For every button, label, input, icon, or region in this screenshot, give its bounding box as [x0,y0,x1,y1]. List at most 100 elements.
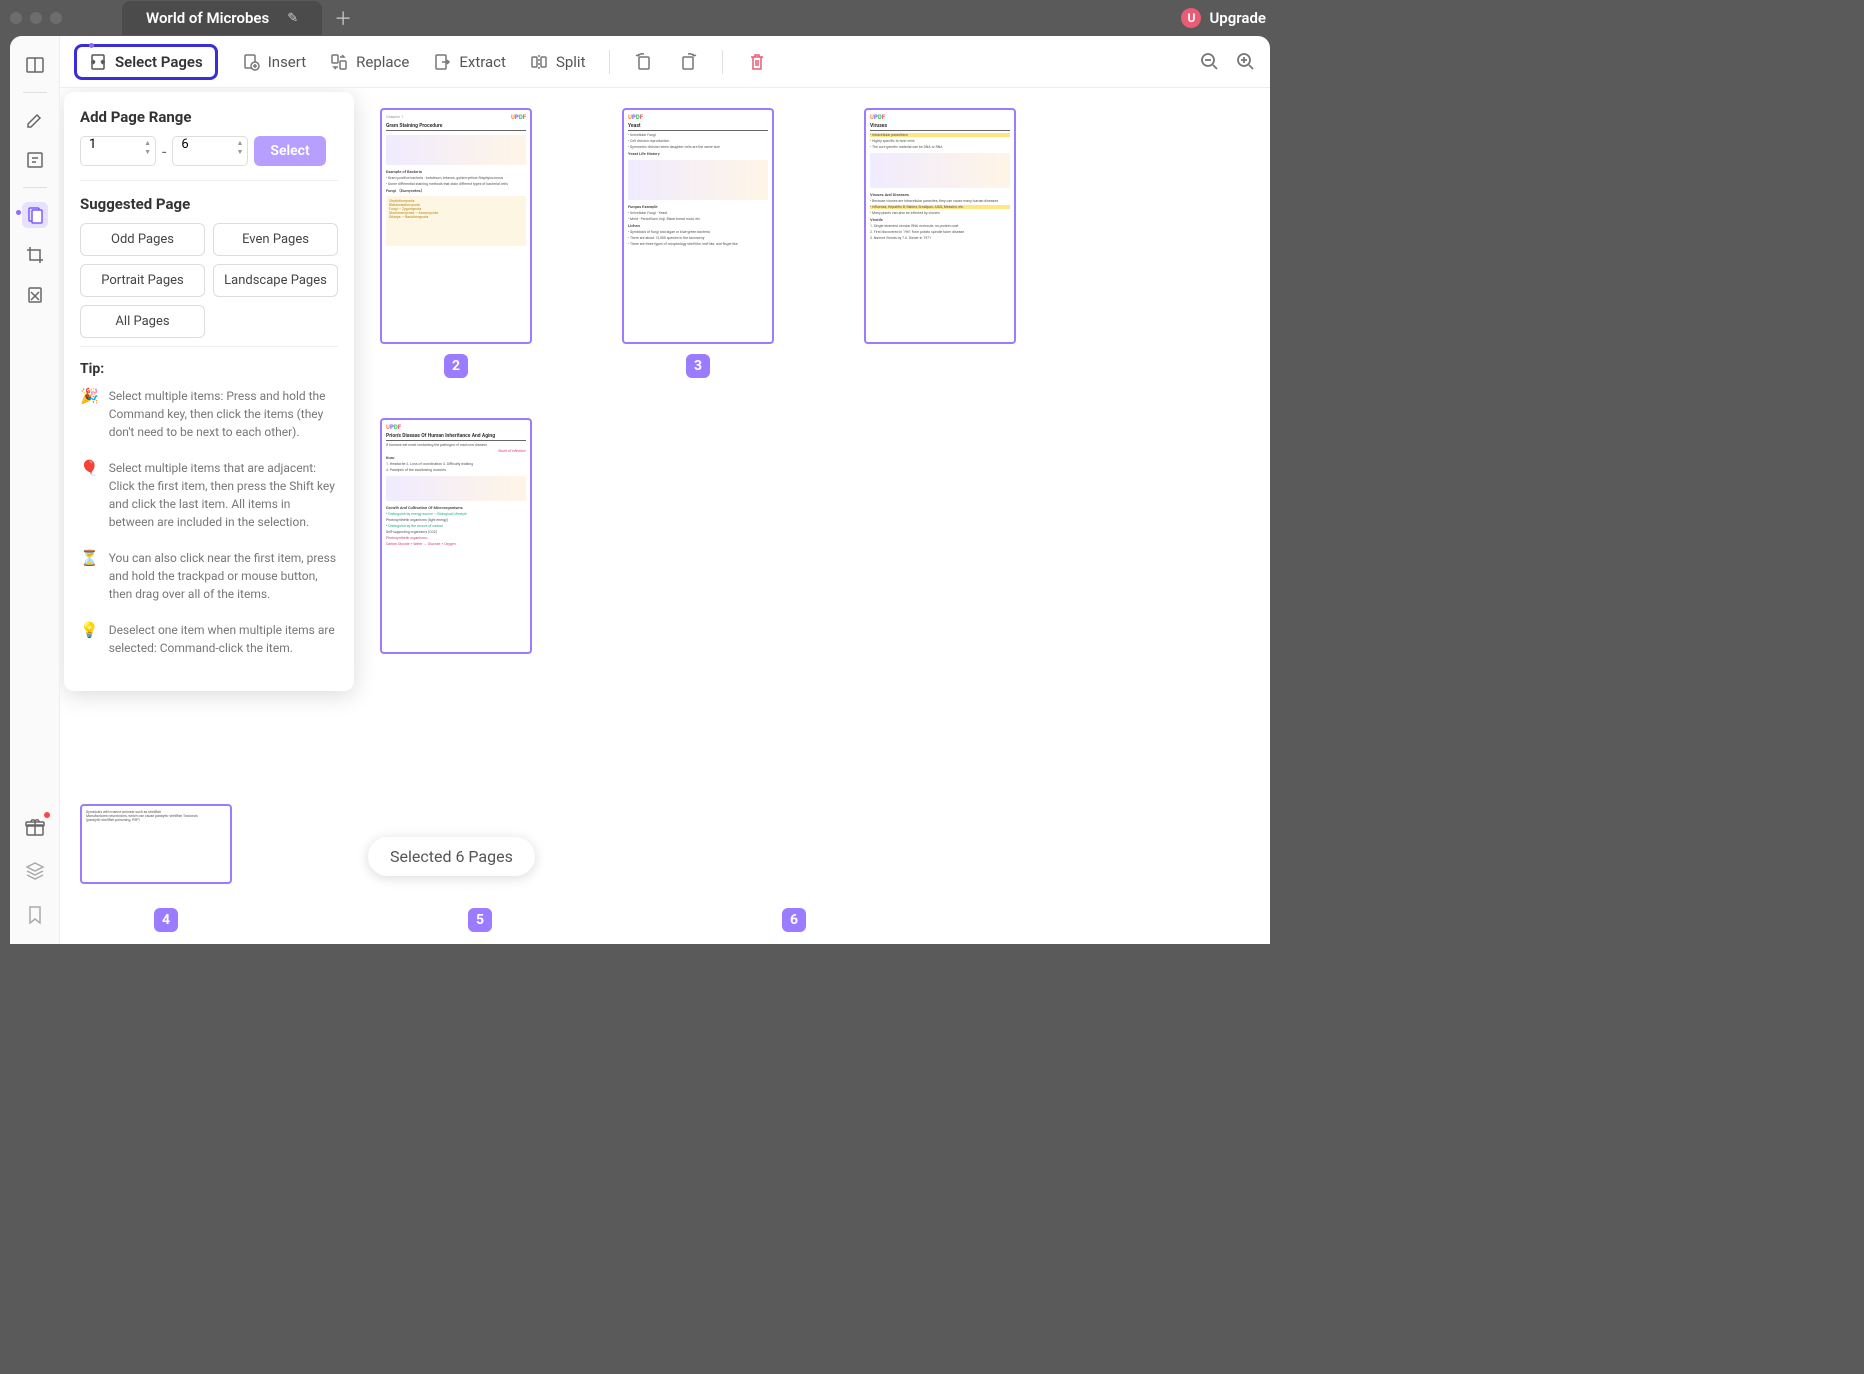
gift-icon[interactable] [22,814,48,840]
tip-item: 💡Deselect one item when multiple items a… [80,621,338,657]
suggested-title: Suggested Page [80,195,338,213]
page-thumbnail[interactable]: UPDF Prion's Disease Of Human Inheritanc… [380,418,532,654]
minimize-window-button[interactable] [30,12,42,24]
page-thumbnail[interactable]: UPDF Viruses • Intracellular parasitism … [864,108,1016,344]
tip-emoji: 🎉 [80,387,99,441]
range-from-input[interactable]: ▲▼ [80,136,156,166]
thumb-column: UPDF Prion's Disease Of Human Inheritanc… [380,418,532,654]
tip-section: Tip: 🎉Select multiple items: Press and h… [80,361,338,657]
rotate-right-icon [678,52,698,72]
rotate-left-button[interactable] [634,52,654,72]
toolbar-divider [722,50,723,74]
rail-bottom [22,814,48,928]
thumb-column: Chapter 1UPDF Gram Staining Procedure Ex… [380,108,532,378]
bottom-badge-row: 4 5 6 [154,908,806,932]
landscape-pages-button[interactable]: Landscape Pages [213,264,338,297]
select-pages-button[interactable]: Select Pages [74,44,218,80]
title-bar: World of Microbes ✎ ＋ U Upgrade [0,0,1280,36]
tip-text: Select multiple items: Press and hold th… [109,387,338,441]
split-button[interactable]: Split [530,53,586,71]
thumb-sub: Viroids [870,217,1010,222]
thumb-sub: Growth And Cultivation Of Microorganisms [386,505,526,510]
maximize-window-button[interactable] [50,12,62,24]
user-avatar: U [1181,8,1201,28]
rotate-left-icon [634,52,654,72]
crop-icon[interactable] [22,242,48,268]
tip-emoji: 🎈 [80,459,99,531]
edit-tab-icon[interactable]: ✎ [287,11,298,26]
select-range-button[interactable]: Select [254,136,325,166]
thumb-sub: Fungus Example [628,204,768,209]
thumb-diagram [386,476,526,501]
bookmark-icon[interactable] [22,902,48,928]
traffic-lights [10,12,62,24]
tip-emoji: ⏳ [80,549,99,603]
thumb-sub: Viruses And Diseases [870,192,1010,197]
layers-icon[interactable] [22,858,48,884]
highlighter-icon[interactable] [22,107,48,133]
odd-pages-button[interactable]: Odd Pages [80,223,205,256]
tip-text: You can also click near the first item, … [109,549,338,603]
page-thumbnail[interactable]: Chapter 1UPDF Gram Staining Procedure Ex… [380,108,532,344]
delete-button[interactable] [747,52,767,72]
all-pages-button[interactable]: All Pages [80,305,205,338]
rotate-right-button[interactable] [678,52,698,72]
panel-divider [80,180,338,181]
zoom-in-button[interactable] [1236,52,1256,72]
close-window-button[interactable] [10,12,22,24]
new-tab-button[interactable]: ＋ [334,5,352,31]
insert-button[interactable]: Insert [242,53,306,71]
page-number-badge: 3 [686,354,710,378]
add-range-title: Add Page Range [80,108,338,126]
thumb-diagram [386,135,526,165]
redact-icon[interactable] [22,282,48,308]
tip-text: Deselect one item when multiple items ar… [109,621,338,657]
range-to-input[interactable]: ▲▼ [172,136,248,166]
zoom-in-icon [1236,52,1256,72]
select-pages-icon [89,53,107,71]
tip-item: 🎈Select multiple items that are adjacent… [80,459,338,531]
rail-divider [23,187,47,188]
range-to-field[interactable] [181,137,231,152]
even-pages-button[interactable]: Even Pages [213,223,338,256]
upgrade-area[interactable]: U Upgrade [1181,8,1266,28]
page-number-badge: 2 [444,354,468,378]
thumb-sub: Example of Bacteria [386,169,526,174]
thumb-heading: Prion's Disease Of Human Inheritance And… [386,433,526,441]
replace-button[interactable]: Replace [330,53,409,71]
thumb-heading: Yeast [628,123,768,131]
toolbar: Select Pages Insert Replace Extract Spli… [60,36,1270,88]
edit-text-icon[interactable] [22,147,48,173]
thumb-column: UPDF Yeast • Unicellular Fungi • Cell di… [622,108,774,378]
thumb-diagram [628,160,768,200]
extract-button[interactable]: Extract [433,53,506,71]
organize-pages-icon[interactable] [22,202,48,228]
app-body: Select Pages Insert Replace Extract Spli… [10,36,1270,944]
main-area: Select Pages Insert Replace Extract Spli… [60,36,1270,944]
trash-icon [747,52,767,72]
panel-divider [80,346,338,347]
stepper-icons[interactable]: ▲▼ [236,139,243,157]
tip-title: Tip: [80,361,338,377]
range-separator: - [162,142,166,161]
page-number-badge: 4 [154,908,178,932]
selection-count-toast: Selected 6 Pages [368,837,535,876]
page-number-badge: 5 [468,908,492,932]
split-icon [530,53,548,71]
reader-mode-icon[interactable] [22,52,48,78]
portrait-pages-button[interactable]: Portrait Pages [80,264,205,297]
zoom-out-button[interactable] [1200,52,1220,72]
thumb-sub: Kuru [386,455,526,460]
range-from-field[interactable] [89,137,139,152]
insert-icon [242,53,260,71]
thumb-sub: Fungi （Eumycetes） [386,188,526,194]
insert-label: Insert [268,53,306,71]
page-thumbnail[interactable]: UPDF Yeast • Unicellular Fungi • Cell di… [622,108,774,344]
select-pages-label: Select Pages [115,53,203,71]
rail-divider [23,92,47,93]
stepper-icons[interactable]: ▲▼ [144,139,151,157]
thumb-column: UPDF Viruses • Intracellular parasitism … [864,108,1016,378]
replace-icon [330,53,348,71]
document-tab[interactable]: World of Microbes ✎ [122,1,322,35]
tab-title: World of Microbes [146,9,269,27]
